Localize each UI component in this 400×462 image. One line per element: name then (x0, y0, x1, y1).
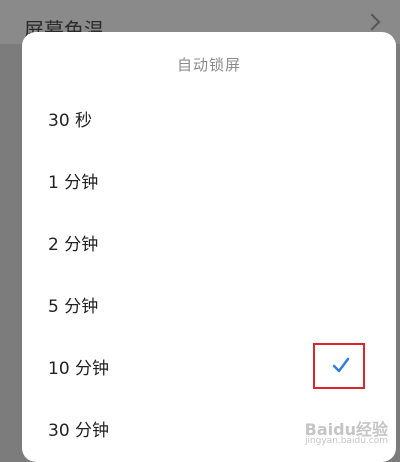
option-label: 5 分钟 (48, 297, 99, 317)
selected-highlight-box (313, 343, 365, 389)
option-1-minute[interactable]: 1 分钟 (22, 148, 396, 210)
option-2-minutes[interactable]: 2 分钟 (22, 210, 396, 272)
auto-lock-dialog: 自动锁屏 30 秒 1 分钟 2 分钟 5 分钟 10 分钟 30 分钟 Bai… (22, 32, 396, 462)
option-label: 10 分钟 (48, 359, 110, 379)
option-10-minutes[interactable]: 10 分钟 (22, 334, 396, 396)
option-30-seconds[interactable]: 30 秒 (22, 86, 396, 148)
baidu-watermark: Baidu经验 jingyan.baidu.com (278, 416, 388, 450)
chevron-right-icon (363, 13, 381, 31)
watermark-url: jingyan.baidu.com (304, 436, 388, 446)
dialog-title: 自动锁屏 (176, 56, 241, 74)
option-label: 1 分钟 (48, 173, 99, 193)
check-icon (332, 357, 350, 373)
option-label: 30 分钟 (48, 421, 110, 441)
option-5-minutes[interactable]: 5 分钟 (22, 272, 396, 334)
option-label: 30 秒 (48, 111, 93, 131)
option-label: 2 分钟 (48, 235, 99, 255)
